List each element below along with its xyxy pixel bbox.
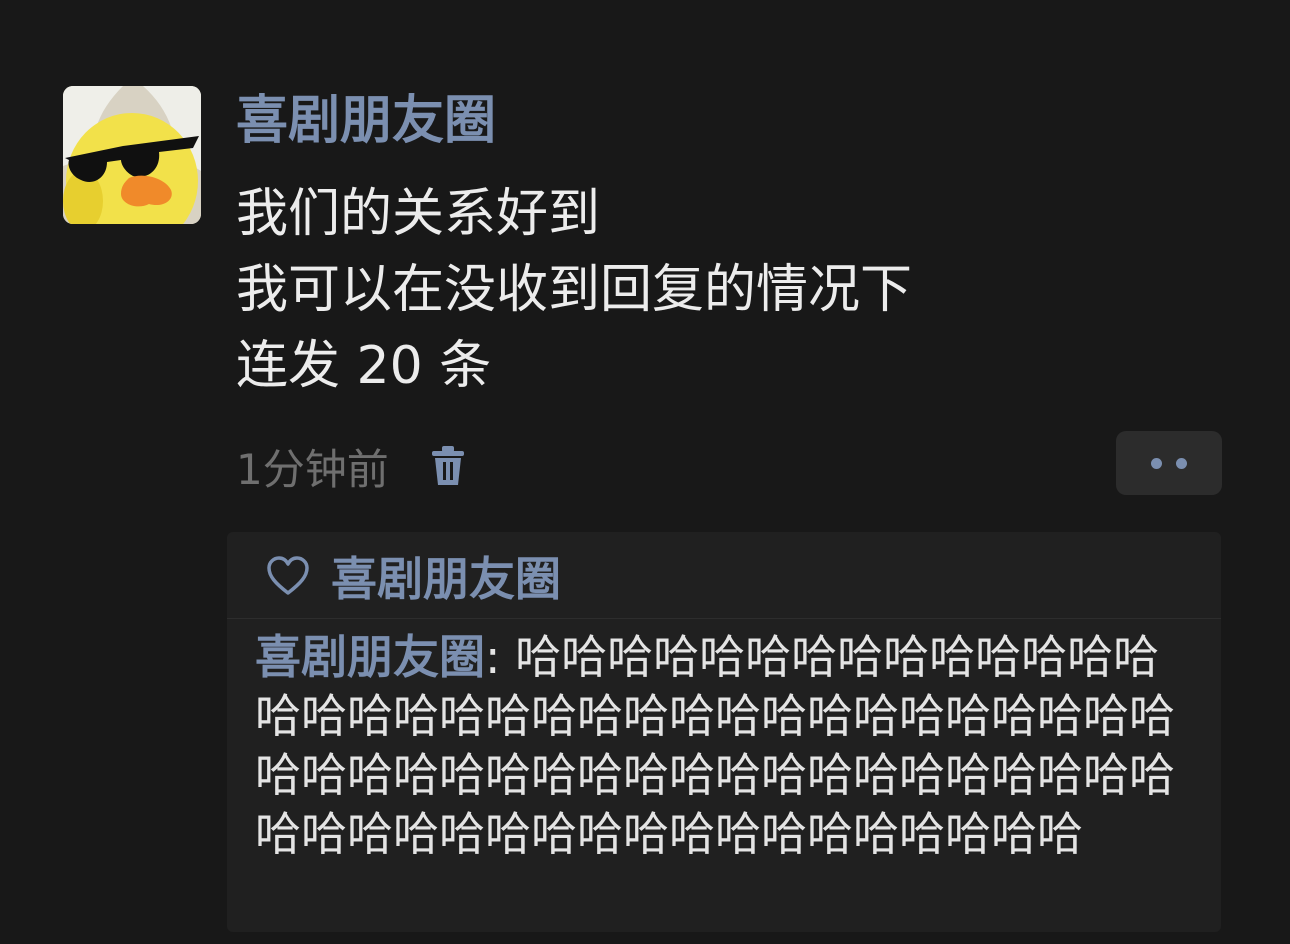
post-content: 我们的关系好到 我可以在没收到回复的情况下 连发 20 条 [236, 176, 912, 404]
likes-row: 喜剧朋友圈 [265, 546, 561, 606]
divider [227, 618, 1221, 619]
post-line: 我们的关系好到 [236, 184, 601, 244]
liked-by-name[interactable]: 喜剧朋友圈 [331, 543, 561, 609]
delete-button[interactable] [429, 444, 467, 488]
more-dots-icon [1151, 457, 1162, 469]
more-button[interactable] [1116, 431, 1222, 495]
comment-item[interactable]: 喜剧朋友圈: 哈哈哈哈哈哈哈哈哈哈哈哈哈哈哈哈哈哈哈哈哈哈哈哈哈哈哈哈哈哈哈哈哈… [255, 628, 1200, 864]
post-author-name[interactable]: 喜剧朋友圈 [236, 88, 496, 154]
duck-with-sunglasses-avatar-icon [63, 86, 201, 224]
heart-icon [267, 556, 309, 595]
timestamp: 1分钟前 [236, 444, 389, 494]
post-line: 我可以在没收到回复的情况下 [236, 260, 913, 320]
avatar[interactable] [63, 86, 201, 224]
post-line: 连发 20 条 [236, 336, 492, 396]
trash-icon [431, 446, 464, 485]
interaction-panel: 喜剧朋友圈 喜剧朋友圈: 哈哈哈哈哈哈哈哈哈哈哈哈哈哈哈哈哈哈哈哈哈哈哈哈哈哈哈… [227, 532, 1221, 932]
commenter-name[interactable]: 喜剧朋友圈 [255, 630, 485, 684]
comment-separator: : [485, 630, 516, 684]
more-dots-icon [1176, 457, 1187, 469]
post-meta: 1分钟前 [236, 436, 467, 496]
